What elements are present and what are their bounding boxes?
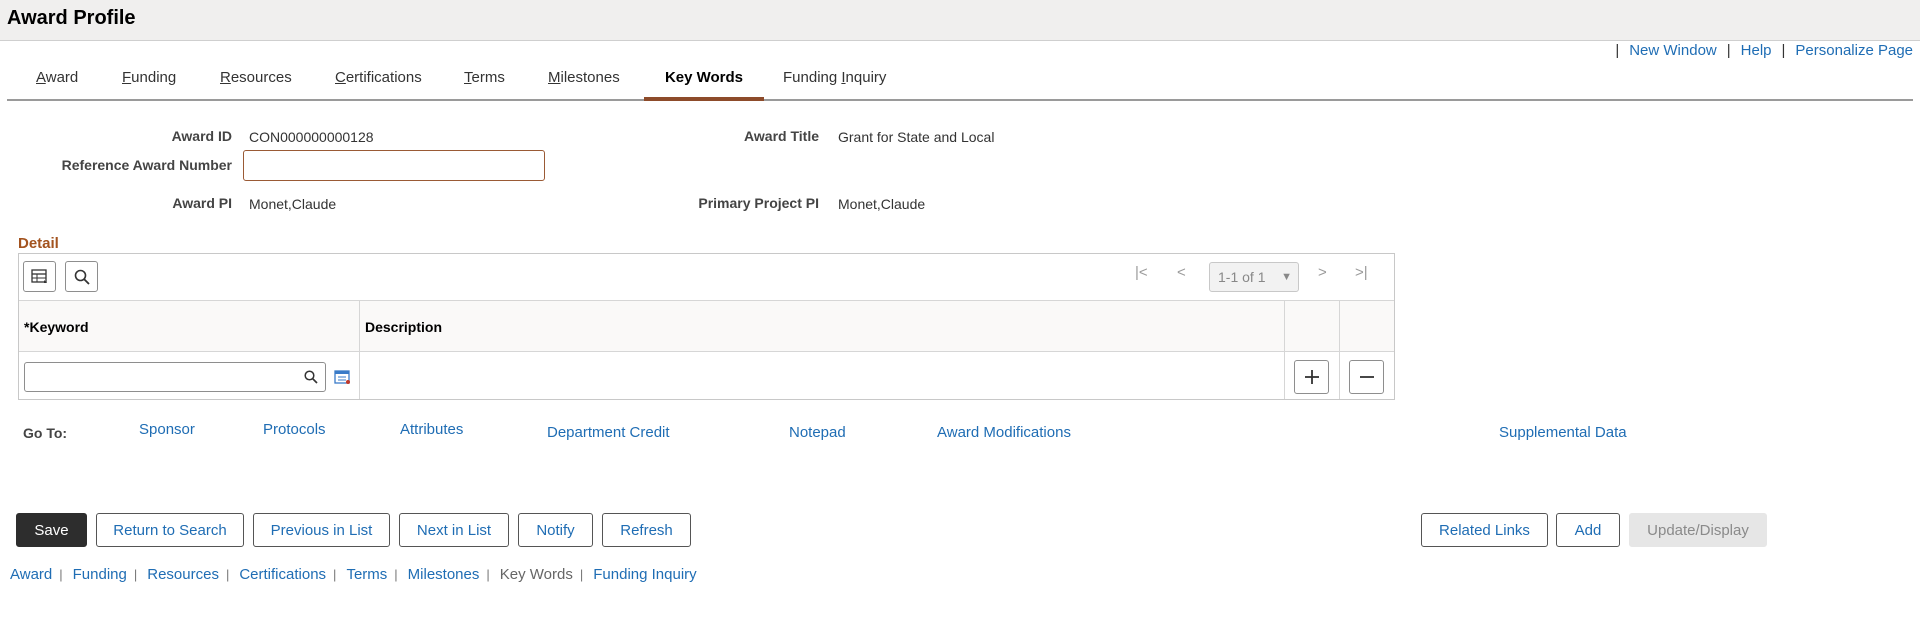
goto-supplemental-data-link[interactable]: Supplemental Data bbox=[1499, 424, 1627, 441]
primary-project-pi-value: Monet,Claude bbox=[838, 196, 926, 212]
next-in-list-button[interactable]: Next in List bbox=[399, 513, 509, 547]
page-header: Award Profile bbox=[0, 0, 1920, 41]
goto-award-modifications-link[interactable]: Award Modifications bbox=[937, 424, 1071, 441]
grid-header-row: *Keyword Description bbox=[19, 300, 1394, 352]
save-button[interactable]: Save bbox=[16, 513, 87, 547]
personalize-page-link[interactable]: Personalize Page bbox=[1795, 42, 1913, 59]
tab-funding[interactable]: Funding bbox=[122, 60, 176, 101]
tab-award[interactable]: Award bbox=[36, 60, 78, 101]
bottom-link-funding[interactable]: Funding bbox=[73, 566, 127, 583]
primary-project-pi-label: Primary Project PI bbox=[698, 195, 819, 211]
first-page-icon[interactable]: |< bbox=[1135, 264, 1148, 281]
award-id-label: Award ID bbox=[171, 128, 232, 144]
refresh-button[interactable]: Refresh bbox=[602, 513, 691, 547]
help-link[interactable]: Help bbox=[1741, 42, 1772, 59]
keyword-lookup-icon[interactable] bbox=[304, 370, 318, 384]
plus-icon bbox=[1304, 370, 1319, 384]
bottom-link-key-words: Key Words bbox=[499, 566, 573, 583]
goto-protocols-link[interactable]: Protocols bbox=[263, 421, 326, 438]
pager-select[interactable]: 1-1 of 1 ▼ bbox=[1209, 262, 1299, 292]
detail-section-title: Detail bbox=[18, 235, 59, 252]
goto-attributes-link[interactable]: Attributes bbox=[400, 421, 463, 438]
return-to-search-button[interactable]: Return to Search bbox=[96, 513, 244, 547]
grid-view-button[interactable] bbox=[23, 261, 56, 292]
add-button[interactable]: Add bbox=[1556, 513, 1620, 547]
tab-key-words[interactable]: Key Words bbox=[644, 60, 764, 101]
bottom-link-funding-inquiry[interactable]: Funding Inquiry bbox=[593, 566, 696, 583]
award-id-value: CON000000000128 bbox=[249, 129, 374, 145]
award-pi-label: Award PI bbox=[172, 195, 232, 211]
update-display-button: Update/Display bbox=[1629, 513, 1767, 547]
tab-resources[interactable]: Resources bbox=[220, 60, 292, 101]
goto-label: Go To: bbox=[23, 425, 68, 441]
award-pi-value: Monet,Claude bbox=[249, 196, 337, 212]
tab-funding-inquiry[interactable]: Funding Inquiry bbox=[783, 60, 886, 101]
chevron-down-icon: ▼ bbox=[1281, 271, 1292, 283]
tab-terms[interactable]: Terms bbox=[464, 60, 505, 101]
description-column-header[interactable]: Description bbox=[365, 319, 442, 335]
add-row-button[interactable] bbox=[1294, 360, 1329, 394]
tab-milestones[interactable]: Milestones bbox=[548, 60, 620, 101]
bottom-link-terms[interactable]: Terms bbox=[346, 566, 387, 583]
keyword-column-header[interactable]: *Keyword bbox=[24, 319, 89, 335]
award-title-value: Grant for State and Local bbox=[838, 129, 995, 145]
page-title: Award Profile bbox=[7, 7, 136, 29]
grid-settings-icon bbox=[30, 268, 47, 283]
award-title-label: Award Title bbox=[744, 128, 819, 144]
goto-notepad-link[interactable]: Notepad bbox=[789, 424, 846, 441]
bottom-link-certifications[interactable]: Certifications bbox=[239, 566, 326, 583]
reference-award-number-field[interactable] bbox=[243, 150, 545, 181]
tab-certifications[interactable]: Certifications bbox=[335, 60, 422, 101]
last-page-icon[interactable]: >| bbox=[1355, 264, 1368, 281]
previous-page-icon[interactable]: < bbox=[1177, 264, 1186, 281]
grid-find-button[interactable] bbox=[65, 261, 98, 292]
delete-row-button[interactable] bbox=[1349, 360, 1384, 394]
minus-icon bbox=[1359, 376, 1374, 378]
keyword-input[interactable] bbox=[24, 362, 326, 392]
reference-award-number-label: Reference Award Number bbox=[61, 157, 232, 173]
related-links-button[interactable]: Related Links bbox=[1421, 513, 1548, 547]
top-links: | New Window | Help | Personalize Page bbox=[1615, 42, 1913, 59]
bottom-page-links: Award | Funding | Resources | Certifications | T… bbox=[10, 566, 697, 583]
search-icon bbox=[74, 269, 90, 285]
bottom-link-resources[interactable]: Resources bbox=[147, 566, 219, 583]
next-page-icon[interactable]: > bbox=[1318, 264, 1327, 281]
notify-button[interactable]: Notify bbox=[518, 513, 593, 547]
goto-department-credit-link[interactable]: Department Credit bbox=[547, 424, 670, 441]
keywords-grid: |< < 1-1 of 1 ▼ > >| *Keyword Descriptio… bbox=[18, 253, 1395, 400]
previous-in-list-button[interactable]: Previous in List bbox=[253, 513, 390, 547]
new-window-link[interactable]: New Window bbox=[1629, 42, 1717, 59]
page-tabs: Award Funding Resources Certifications T… bbox=[7, 60, 1913, 101]
bottom-link-milestones[interactable]: Milestones bbox=[408, 566, 480, 583]
goto-sponsor-link[interactable]: Sponsor bbox=[139, 421, 195, 438]
keyword-detail-icon[interactable] bbox=[334, 369, 351, 385]
bottom-link-award[interactable]: Award bbox=[10, 566, 52, 583]
